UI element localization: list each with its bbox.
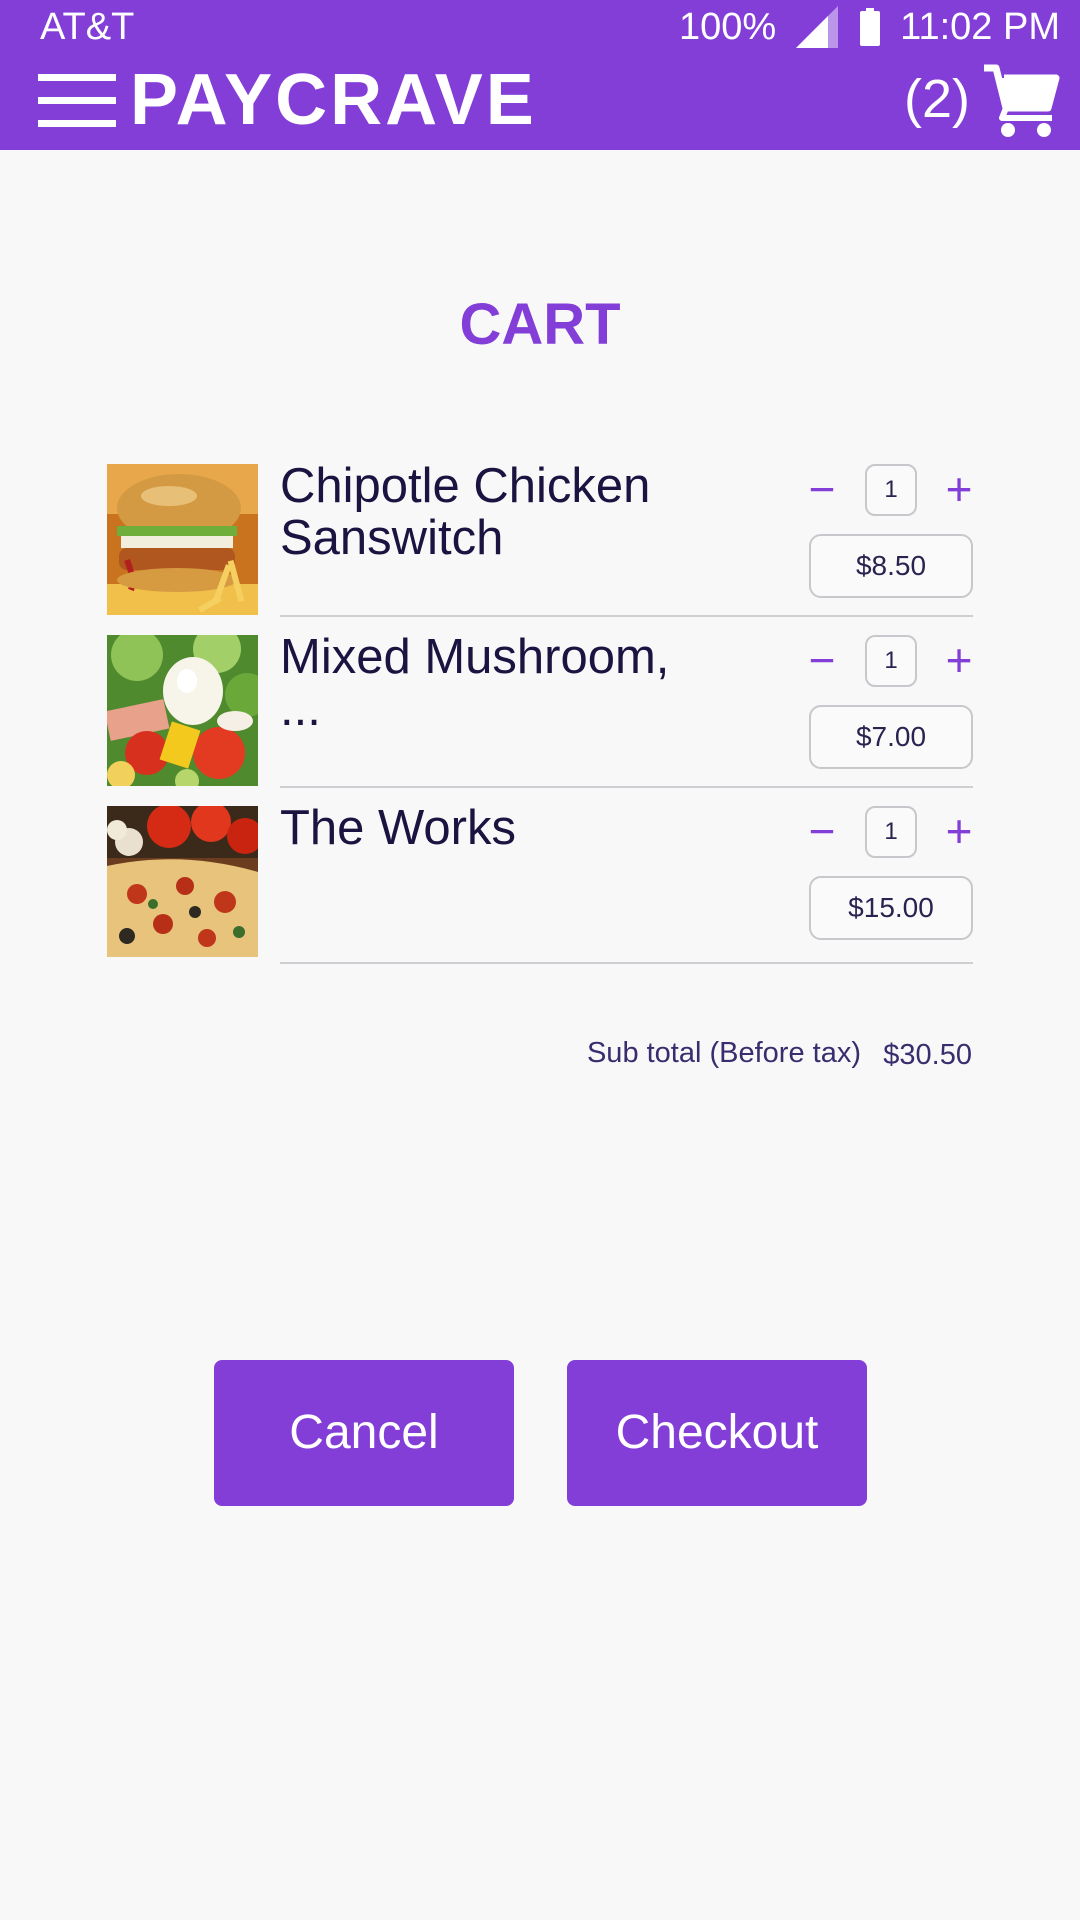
burger-photo bbox=[107, 464, 258, 615]
status-right: 100% 11:02 PM bbox=[679, 4, 1060, 50]
item-price: $8.50 bbox=[809, 534, 973, 598]
increase-quantity-button[interactable]: + bbox=[939, 637, 979, 683]
item-name[interactable]: The Works bbox=[280, 802, 700, 854]
increase-quantity-button[interactable]: + bbox=[939, 808, 979, 854]
status-time: 11:02 PM bbox=[900, 5, 1060, 48]
cart-item: Chipotle Chicken Sanswitch − 1 + $8.50 bbox=[107, 460, 973, 635]
decrease-quantity-button[interactable]: − bbox=[802, 637, 842, 683]
subtotal-value: $30.50 bbox=[883, 1039, 972, 1071]
cart-list: Chipotle Chicken Sanswitch − 1 + $8.50 M… bbox=[107, 460, 973, 977]
battery-icon bbox=[860, 8, 881, 46]
shopping-cart-icon[interactable] bbox=[982, 62, 1062, 138]
cart-item: Mixed Mushroom, ... − 1 + $7.00 bbox=[107, 631, 973, 806]
status-carrier: AT&T bbox=[40, 6, 135, 48]
pizza-photo bbox=[107, 806, 258, 957]
page-title: CART bbox=[459, 292, 621, 357]
decrease-quantity-button[interactable]: − bbox=[802, 808, 842, 854]
item-divider bbox=[280, 615, 973, 617]
cart-item: The Works − 1 + $15.00 bbox=[107, 802, 973, 977]
signal-icon bbox=[796, 6, 839, 48]
item-price: $15.00 bbox=[809, 876, 973, 940]
battery-percent: 100% bbox=[678, 5, 777, 48]
item-name[interactable]: Chipotle Chicken Sanswitch bbox=[280, 460, 700, 564]
quantity-field[interactable]: 1 bbox=[865, 635, 917, 687]
cancel-button[interactable]: Cancel bbox=[214, 1360, 514, 1506]
app-header: AT&T 100% 11:02 PM PAYCRAVE (2) bbox=[0, 0, 1080, 150]
cart-count[interactable]: (2) bbox=[904, 64, 970, 134]
app-brand: PAYCRAVE bbox=[130, 60, 537, 140]
salad-photo bbox=[107, 635, 258, 786]
item-price: $7.00 bbox=[809, 705, 973, 769]
item-divider bbox=[280, 962, 973, 964]
item-name[interactable]: Mixed Mushroom, ... bbox=[280, 631, 700, 735]
decrease-quantity-button[interactable]: − bbox=[802, 466, 842, 512]
hamburger-menu-icon[interactable] bbox=[38, 74, 116, 128]
quantity-field[interactable]: 1 bbox=[865, 464, 917, 516]
checkout-button[interactable]: Checkout bbox=[567, 1360, 867, 1506]
subtotal-label: Sub total (Before tax) bbox=[586, 1037, 861, 1069]
quantity-field[interactable]: 1 bbox=[865, 806, 917, 858]
item-divider bbox=[280, 786, 973, 788]
increase-quantity-button[interactable]: + bbox=[939, 466, 979, 512]
